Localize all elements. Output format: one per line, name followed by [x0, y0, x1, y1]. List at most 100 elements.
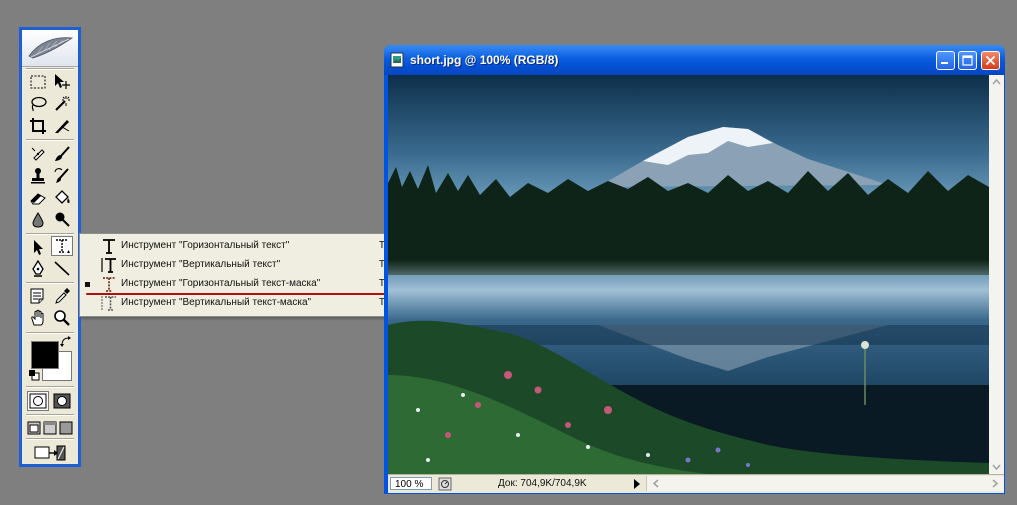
close-icon — [985, 55, 996, 66]
menu-item-vertical-type-mask[interactable]: Инструмент "Вертикальный текст-маска" T — [80, 293, 391, 312]
rect-marquee-icon — [30, 75, 46, 89]
arrow-up-icon — [992, 78, 1001, 85]
arrow-right-icon[interactable] — [987, 476, 1002, 491]
toolbox-separator — [26, 233, 74, 235]
blur-tool[interactable] — [27, 210, 49, 230]
status-menu-arrow-icon[interactable] — [632, 478, 642, 490]
hand-tool[interactable] — [27, 308, 49, 328]
eraser-icon — [30, 193, 46, 205]
image-canvas[interactable] — [388, 75, 989, 474]
vertical-type-icon — [101, 258, 116, 273]
vertical-scrollbar[interactable] — [989, 75, 1004, 474]
path-select-tool[interactable] — [27, 237, 49, 257]
magic-wand-icon — [55, 96, 70, 111]
slice-tool[interactable] — [51, 116, 73, 136]
document-statusbar: 100 % Док: 704,9K/704,9K — [388, 474, 1004, 493]
notes-icon — [30, 288, 44, 304]
menu-item-horizontal-type[interactable]: Инструмент "Горизонтальный текст" T — [80, 236, 391, 255]
zoom-icon — [54, 310, 70, 326]
selected-bullet-icon — [85, 282, 90, 287]
line-tool[interactable] — [51, 259, 73, 279]
lasso-icon — [31, 96, 47, 112]
type-tool[interactable] — [51, 236, 73, 256]
move-icon — [55, 74, 70, 89]
quick-mask-mode-button[interactable] — [51, 391, 73, 411]
screen-mode-full-button[interactable] — [58, 418, 74, 438]
crop-icon — [30, 118, 46, 134]
type-tool-flyout-menu: Инструмент "Горизонтальный текст" T Инст… — [79, 233, 392, 317]
jump-to-imageready-button[interactable] — [30, 443, 70, 463]
default-colors-icon[interactable] — [29, 370, 40, 381]
toolbox-separator — [26, 386, 74, 388]
landscape-photo — [388, 75, 989, 474]
horizontal-scrollbar[interactable] — [646, 476, 1004, 491]
swap-colors-icon[interactable] — [60, 336, 72, 348]
arrow-down-icon — [992, 464, 1001, 471]
standard-mode-button[interactable] — [27, 391, 49, 411]
path-select-icon — [34, 240, 43, 255]
menu-item-horizontal-type-mask[interactable]: Инструмент "Горизонтальный текст-маска" … — [80, 274, 391, 293]
crop-tool[interactable] — [27, 116, 49, 136]
history-brush-tool[interactable] — [51, 166, 73, 186]
document-title: short.jpg @ 100% (RGB/8) — [410, 53, 559, 67]
foreground-color-swatch[interactable] — [31, 341, 59, 369]
rect-marquee-tool[interactable] — [27, 72, 49, 92]
arrow-left-icon[interactable] — [649, 476, 664, 491]
eraser-tool[interactable] — [27, 188, 49, 208]
paint-bucket-icon — [55, 190, 70, 204]
clone-stamp-tool[interactable] — [27, 166, 49, 186]
toolbox-separator — [26, 139, 74, 141]
hand-icon — [31, 309, 44, 326]
screen-mode-full-icon — [59, 421, 73, 435]
zoom-level-field[interactable]: 100 % — [390, 477, 432, 490]
document-icon — [390, 52, 404, 68]
toolbox-separator — [26, 68, 74, 70]
horizontal-type-mask-icon — [103, 277, 115, 292]
paint-bucket-tool[interactable] — [51, 188, 73, 208]
brush-icon — [55, 146, 70, 161]
quick-mask-icon — [53, 393, 71, 409]
line-icon — [54, 261, 70, 276]
eyedropper-tool[interactable] — [51, 286, 73, 306]
menu-item-label: Инструмент "Горизонтальный текст-маска" — [121, 278, 321, 289]
status-info-icon[interactable] — [438, 477, 452, 491]
menu-item-label: Инструмент "Горизонтальный текст" — [121, 240, 290, 251]
menu-item-label: Инструмент "Вертикальный текст" — [121, 259, 281, 270]
imageready-jump-icon — [34, 445, 66, 461]
lasso-tool[interactable] — [27, 94, 49, 114]
minimize-button[interactable] — [936, 51, 955, 70]
toolbox-header[interactable] — [22, 30, 78, 67]
notes-tool[interactable] — [27, 286, 49, 306]
eyedropper-icon — [55, 288, 70, 304]
maximize-button[interactable] — [958, 51, 977, 70]
screen-mode-standard-icon — [27, 421, 41, 435]
toolbox-separator — [26, 414, 74, 416]
history-brush-icon — [54, 168, 69, 183]
zoom-tool[interactable] — [51, 308, 73, 328]
screen-mode-full-menu-button[interactable] — [42, 418, 58, 438]
screen-mode-standard-button[interactable] — [26, 418, 42, 438]
pen-tool[interactable] — [27, 259, 49, 279]
document-titlebar[interactable]: short.jpg @ 100% (RGB/8) — [384, 45, 1005, 75]
close-button[interactable] — [981, 51, 1000, 70]
vertical-type-mask-icon — [101, 296, 116, 311]
document-size-readout: Док: 704,9K/704,9K — [498, 478, 587, 489]
dodge-tool[interactable] — [51, 210, 73, 230]
feather-logo-icon — [28, 37, 74, 59]
brush-tool[interactable] — [51, 144, 73, 164]
toolbox-separator — [26, 438, 74, 440]
scroll-up-button[interactable] — [989, 75, 1004, 90]
menu-item-vertical-type[interactable]: Инструмент "Вертикальный текст" T — [80, 255, 391, 274]
horizontal-type-icon — [103, 239, 115, 254]
magic-wand-tool[interactable] — [51, 94, 73, 114]
move-tool[interactable] — [51, 72, 73, 92]
clone-stamp-icon — [31, 168, 45, 184]
healing-brush-tool[interactable] — [27, 144, 49, 164]
dodge-icon — [55, 212, 70, 227]
slice-icon — [55, 120, 70, 133]
healing-brush-icon — [31, 147, 45, 161]
menu-item-label: Инструмент "Вертикальный текст-маска" — [121, 297, 312, 308]
toolbox-separator — [26, 282, 74, 284]
toolbox-separator — [26, 332, 74, 334]
scroll-down-button[interactable] — [989, 459, 1004, 474]
